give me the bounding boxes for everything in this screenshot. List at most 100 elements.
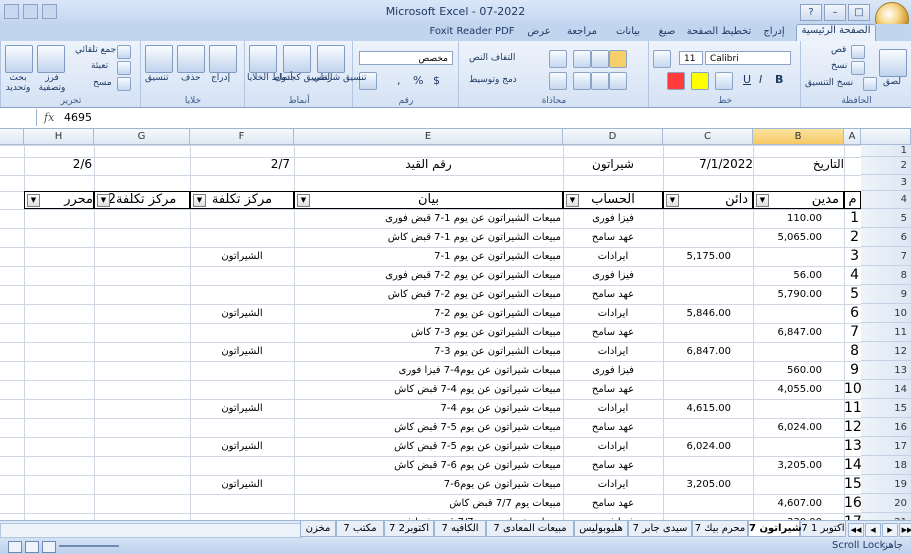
credit-cell[interactable]: 3,205.00 xyxy=(663,475,753,494)
prev-sheet-icon[interactable]: ◀ xyxy=(865,523,881,537)
cost-center-cell[interactable]: الشيراتون xyxy=(190,399,294,418)
column-header-b[interactable]: B xyxy=(753,129,844,145)
row-header[interactable]: 17 xyxy=(861,437,911,456)
name-box[interactable] xyxy=(0,109,37,126)
zoom-control[interactable] xyxy=(8,541,119,553)
sheet-tab[interactable]: 7 مكتب xyxy=(336,521,384,537)
sheet-tab[interactable]: مبيعات المعادى 7 xyxy=(486,521,574,537)
description-cell[interactable]: مبيعات شيراتون عن يوم 5-7 قبض كاش xyxy=(294,437,563,456)
copy-icon[interactable] xyxy=(851,61,865,75)
clear-button[interactable]: مسح xyxy=(93,78,112,88)
indent-icon[interactable] xyxy=(549,72,567,90)
tab-view[interactable]: عرض xyxy=(522,26,556,40)
description-cell[interactable]: مبيعات شيراتون يوم 7/7 قبض فيزا فورى xyxy=(294,513,563,520)
fx-icon[interactable]: fx xyxy=(44,111,54,124)
description-cell[interactable]: مبيعات الشيراتون عن يوم 2-7 قبض كاش xyxy=(294,285,563,304)
row-index-cell[interactable]: 2 xyxy=(844,228,861,247)
minimize-button[interactable]: – xyxy=(824,4,846,21)
row-index-cell[interactable]: 14 xyxy=(844,456,861,475)
cell-styles-icon[interactable] xyxy=(249,45,277,73)
next-sheet-icon[interactable]: ▶ xyxy=(882,523,898,537)
cost-center-cell[interactable] xyxy=(190,513,294,520)
row-index-cell[interactable]: 11 xyxy=(844,399,861,418)
clear-icon[interactable] xyxy=(117,77,131,91)
grow-font-icon[interactable] xyxy=(653,50,671,68)
row-header[interactable]: 10 xyxy=(861,304,911,323)
sheet-tab[interactable]: سيدى جابر 7 xyxy=(628,521,692,537)
filter-dropdown-icon[interactable]: ▼ xyxy=(97,194,110,207)
cost-center-cell[interactable] xyxy=(190,285,294,304)
debit-cell[interactable]: 6,847.00 xyxy=(753,323,844,342)
description-cell[interactable]: مبيعات الشيراتون عن يوم 1-7 xyxy=(294,247,563,266)
column-header-a[interactable]: A xyxy=(844,129,861,145)
horizontal-scrollbar[interactable] xyxy=(0,523,302,538)
row-header[interactable]: 19 xyxy=(861,475,911,494)
row-index-cell[interactable]: 1 xyxy=(844,209,861,228)
row-header[interactable]: 21 xyxy=(861,513,911,520)
row-index-cell[interactable]: 15 xyxy=(844,475,861,494)
header-credit[interactable]: دائن ▼ xyxy=(663,191,753,209)
comma-button[interactable]: , xyxy=(397,74,401,87)
account-cell[interactable]: عهد سامح xyxy=(563,380,663,399)
percent-button[interactable]: % xyxy=(413,74,423,87)
account-cell[interactable]: عهد سامح xyxy=(563,494,663,513)
description-cell[interactable]: مبيعات يوم 7/7 قبض كاش xyxy=(294,494,563,513)
row-index-cell[interactable]: 12 xyxy=(844,418,861,437)
cost-center-cell[interactable]: الشيراتون xyxy=(190,247,294,266)
cost-center-cell[interactable] xyxy=(190,418,294,437)
row-header[interactable]: 9 xyxy=(861,285,911,304)
insert-cells-icon[interactable] xyxy=(209,45,237,73)
credit-cell[interactable] xyxy=(663,209,753,228)
column-header-h[interactable]: H xyxy=(24,129,94,145)
autosum-button[interactable]: جمع تلقائي xyxy=(75,45,116,55)
filter-dropdown-icon[interactable]: ▼ xyxy=(666,194,679,207)
filter-dropdown-icon[interactable]: ▼ xyxy=(193,194,206,207)
row-header[interactable]: 13 xyxy=(861,361,911,380)
credit-cell[interactable] xyxy=(663,361,753,380)
filter-dropdown-icon[interactable]: ▼ xyxy=(27,194,40,207)
zoom-slider[interactable] xyxy=(59,545,119,547)
row-header[interactable]: 11 xyxy=(861,323,911,342)
help-icon[interactable]: ? xyxy=(800,4,822,21)
debit-cell[interactable] xyxy=(753,437,844,456)
view-normal-icon[interactable] xyxy=(8,541,22,553)
fill-button[interactable]: تعبئة xyxy=(91,61,108,71)
bold-button[interactable]: B xyxy=(775,73,783,86)
row-header[interactable]: 14 xyxy=(861,380,911,399)
debit-cell[interactable]: 5,790.00 xyxy=(753,285,844,304)
debit-cell[interactable] xyxy=(753,399,844,418)
row-index-cell[interactable]: 3 xyxy=(844,247,861,266)
view-layout-icon[interactable] xyxy=(25,541,39,553)
tab-formulas[interactable]: صيغ xyxy=(652,26,682,40)
header-account[interactable]: الحساب ▼ xyxy=(563,191,663,209)
cost-center-cell[interactable] xyxy=(190,380,294,399)
font-name-select[interactable]: Calibri xyxy=(705,51,791,65)
debit-cell[interactable]: 110.00 xyxy=(753,209,844,228)
debit-cell[interactable]: 6,024.00 xyxy=(753,418,844,437)
account-cell[interactable]: عهد سامح xyxy=(563,228,663,247)
row-header[interactable]: 15 xyxy=(861,399,911,418)
row-index-cell[interactable]: 5 xyxy=(844,285,861,304)
cut-icon[interactable] xyxy=(851,45,865,59)
credit-cell[interactable] xyxy=(663,513,753,520)
cost-center-cell[interactable] xyxy=(190,456,294,475)
conditional-format-icon[interactable] xyxy=(317,45,345,73)
cell-styles-button[interactable]: أنماط الخلايا xyxy=(247,73,293,83)
filter-dropdown-icon[interactable]: ▼ xyxy=(756,194,769,207)
row-header[interactable]: 3 xyxy=(861,175,911,191)
sheet-tab[interactable]: اكتوبر 1 7 xyxy=(800,521,846,537)
credit-cell[interactable]: 6,024.00 xyxy=(663,437,753,456)
tab-page-layout[interactable]: تخطيط الصفحة xyxy=(686,26,752,40)
column-header-d[interactable]: D xyxy=(563,129,663,145)
debit-cell[interactable]: 4,607.00 xyxy=(753,494,844,513)
cost-center-cell[interactable]: الشيراتون xyxy=(190,342,294,361)
debit-cell[interactable]: 5,065.00 xyxy=(753,228,844,247)
sheet-tab[interactable]: مخزن xyxy=(300,521,336,537)
credit-cell[interactable] xyxy=(663,456,753,475)
sheet-tab[interactable]: اكتوبر2 7 xyxy=(384,521,434,537)
column-header-e[interactable]: E xyxy=(294,129,563,145)
row-index-cell[interactable]: 16 xyxy=(844,494,861,513)
align-right-icon[interactable] xyxy=(609,72,627,90)
align-left-icon[interactable] xyxy=(573,72,591,90)
account-cell[interactable]: فيزا فورى xyxy=(563,209,663,228)
